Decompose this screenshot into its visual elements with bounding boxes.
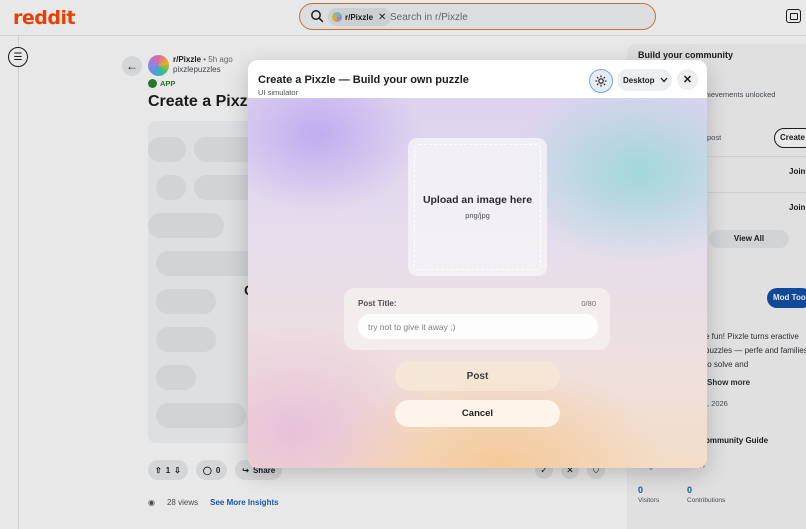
modal-subtitle: UI simulator (258, 88, 299, 97)
post-title-label: Post Title: (358, 299, 397, 308)
modal-title: Create a Pixzle — Build your own puzzle (258, 74, 469, 86)
modal-header: Create a Pixzle — Build your own puzzle … (248, 60, 707, 98)
post-button[interactable]: Post (395, 361, 560, 391)
upload-title: Upload an image here (422, 194, 533, 206)
image-upload-dropzone[interactable]: Upload an image here png/jpg (408, 138, 547, 276)
post-title-input[interactable] (358, 314, 598, 339)
device-label: Desktop (623, 75, 655, 85)
cancel-button[interactable]: Cancel (395, 400, 560, 427)
theme-toggle-button[interactable] (589, 69, 613, 93)
device-select[interactable]: Desktop (617, 69, 672, 91)
chevron-down-icon (660, 77, 668, 83)
dropzone-inner[interactable]: Upload an image here png/jpg (414, 144, 541, 270)
create-pixzle-modal: Create a Pixzle — Build your own puzzle … (248, 60, 707, 468)
post-title-card: Post Title: 0/80 (344, 288, 610, 350)
post-title-counter: 0/80 (581, 299, 596, 308)
upload-hint: png/jpg (465, 211, 490, 220)
simulator-canvas: Upload an image here png/jpg Post Title:… (248, 98, 707, 468)
close-icon[interactable]: ✕ (677, 69, 698, 90)
sun-icon (595, 75, 607, 87)
